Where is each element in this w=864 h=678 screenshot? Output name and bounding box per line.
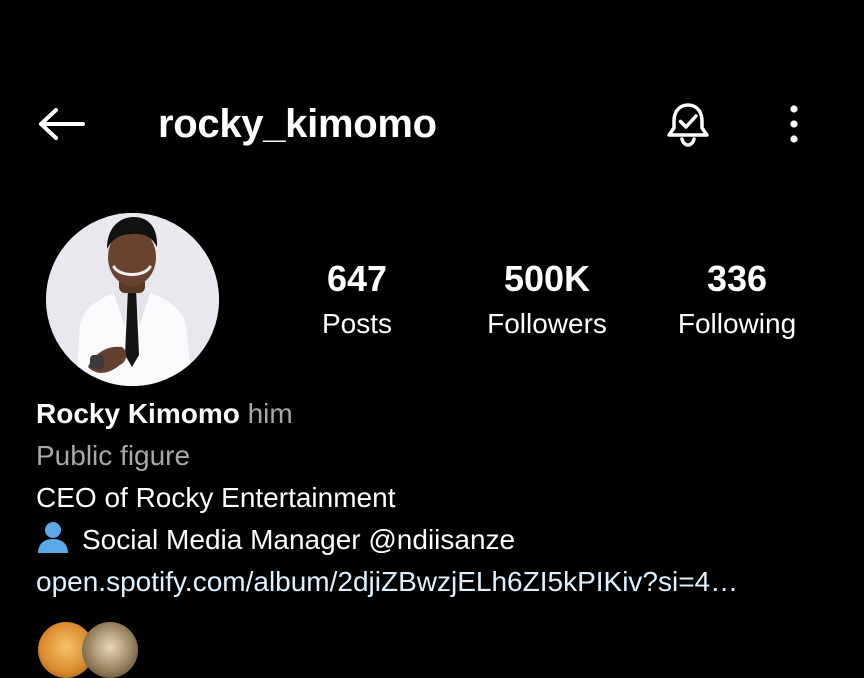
followers-stat[interactable]: 500K Followers bbox=[452, 255, 642, 345]
profile-bio: Rocky Kimomo him Public figure CEO of Ro… bbox=[36, 393, 836, 603]
followers-count: 500K bbox=[503, 258, 591, 299]
posts-label: Posts bbox=[321, 308, 393, 339]
more-options-button[interactable] bbox=[772, 100, 816, 148]
vertical-ellipsis-icon bbox=[790, 105, 798, 143]
notifications-button[interactable] bbox=[660, 100, 716, 148]
bio-link[interactable]: open.spotify.com/album/2djiZBwzjELh6ZI5k… bbox=[36, 561, 836, 603]
pronouns: him bbox=[247, 398, 293, 429]
posts-count: 647 bbox=[326, 258, 388, 299]
avatar-photo bbox=[46, 213, 219, 386]
story-highlights bbox=[38, 622, 158, 678]
highlight-item[interactable] bbox=[82, 622, 138, 678]
full-name: Rocky Kimomo bbox=[36, 398, 240, 429]
following-count: 336 bbox=[706, 258, 768, 299]
top-bar: rocky_kimomo bbox=[0, 88, 864, 160]
arrow-left-icon bbox=[39, 108, 85, 140]
followers-label: Followers bbox=[487, 308, 607, 339]
profile-avatar[interactable] bbox=[46, 213, 219, 386]
following-stat[interactable]: 336 Following bbox=[642, 255, 832, 345]
bell-check-icon bbox=[667, 103, 709, 147]
bio-text-line-2-text: Social Media Manager @ndiisanze bbox=[82, 524, 516, 555]
following-label: Following bbox=[677, 308, 797, 339]
bio-text-line-1: CEO of Rocky Entertainment bbox=[36, 482, 396, 513]
person-silhouette-icon bbox=[38, 522, 68, 553]
profile-username: rocky_kimomo bbox=[158, 102, 437, 146]
back-button[interactable] bbox=[30, 102, 92, 146]
category-label: Public figure bbox=[36, 440, 191, 471]
name-line: Rocky Kimomo him bbox=[36, 393, 836, 435]
bio-text-line-2: Social Media Manager @ndiisanze bbox=[36, 519, 836, 561]
profile-stats: 647 Posts 500K Followers 336 Following bbox=[262, 255, 832, 355]
posts-stat[interactable]: 647 Posts bbox=[262, 255, 452, 345]
